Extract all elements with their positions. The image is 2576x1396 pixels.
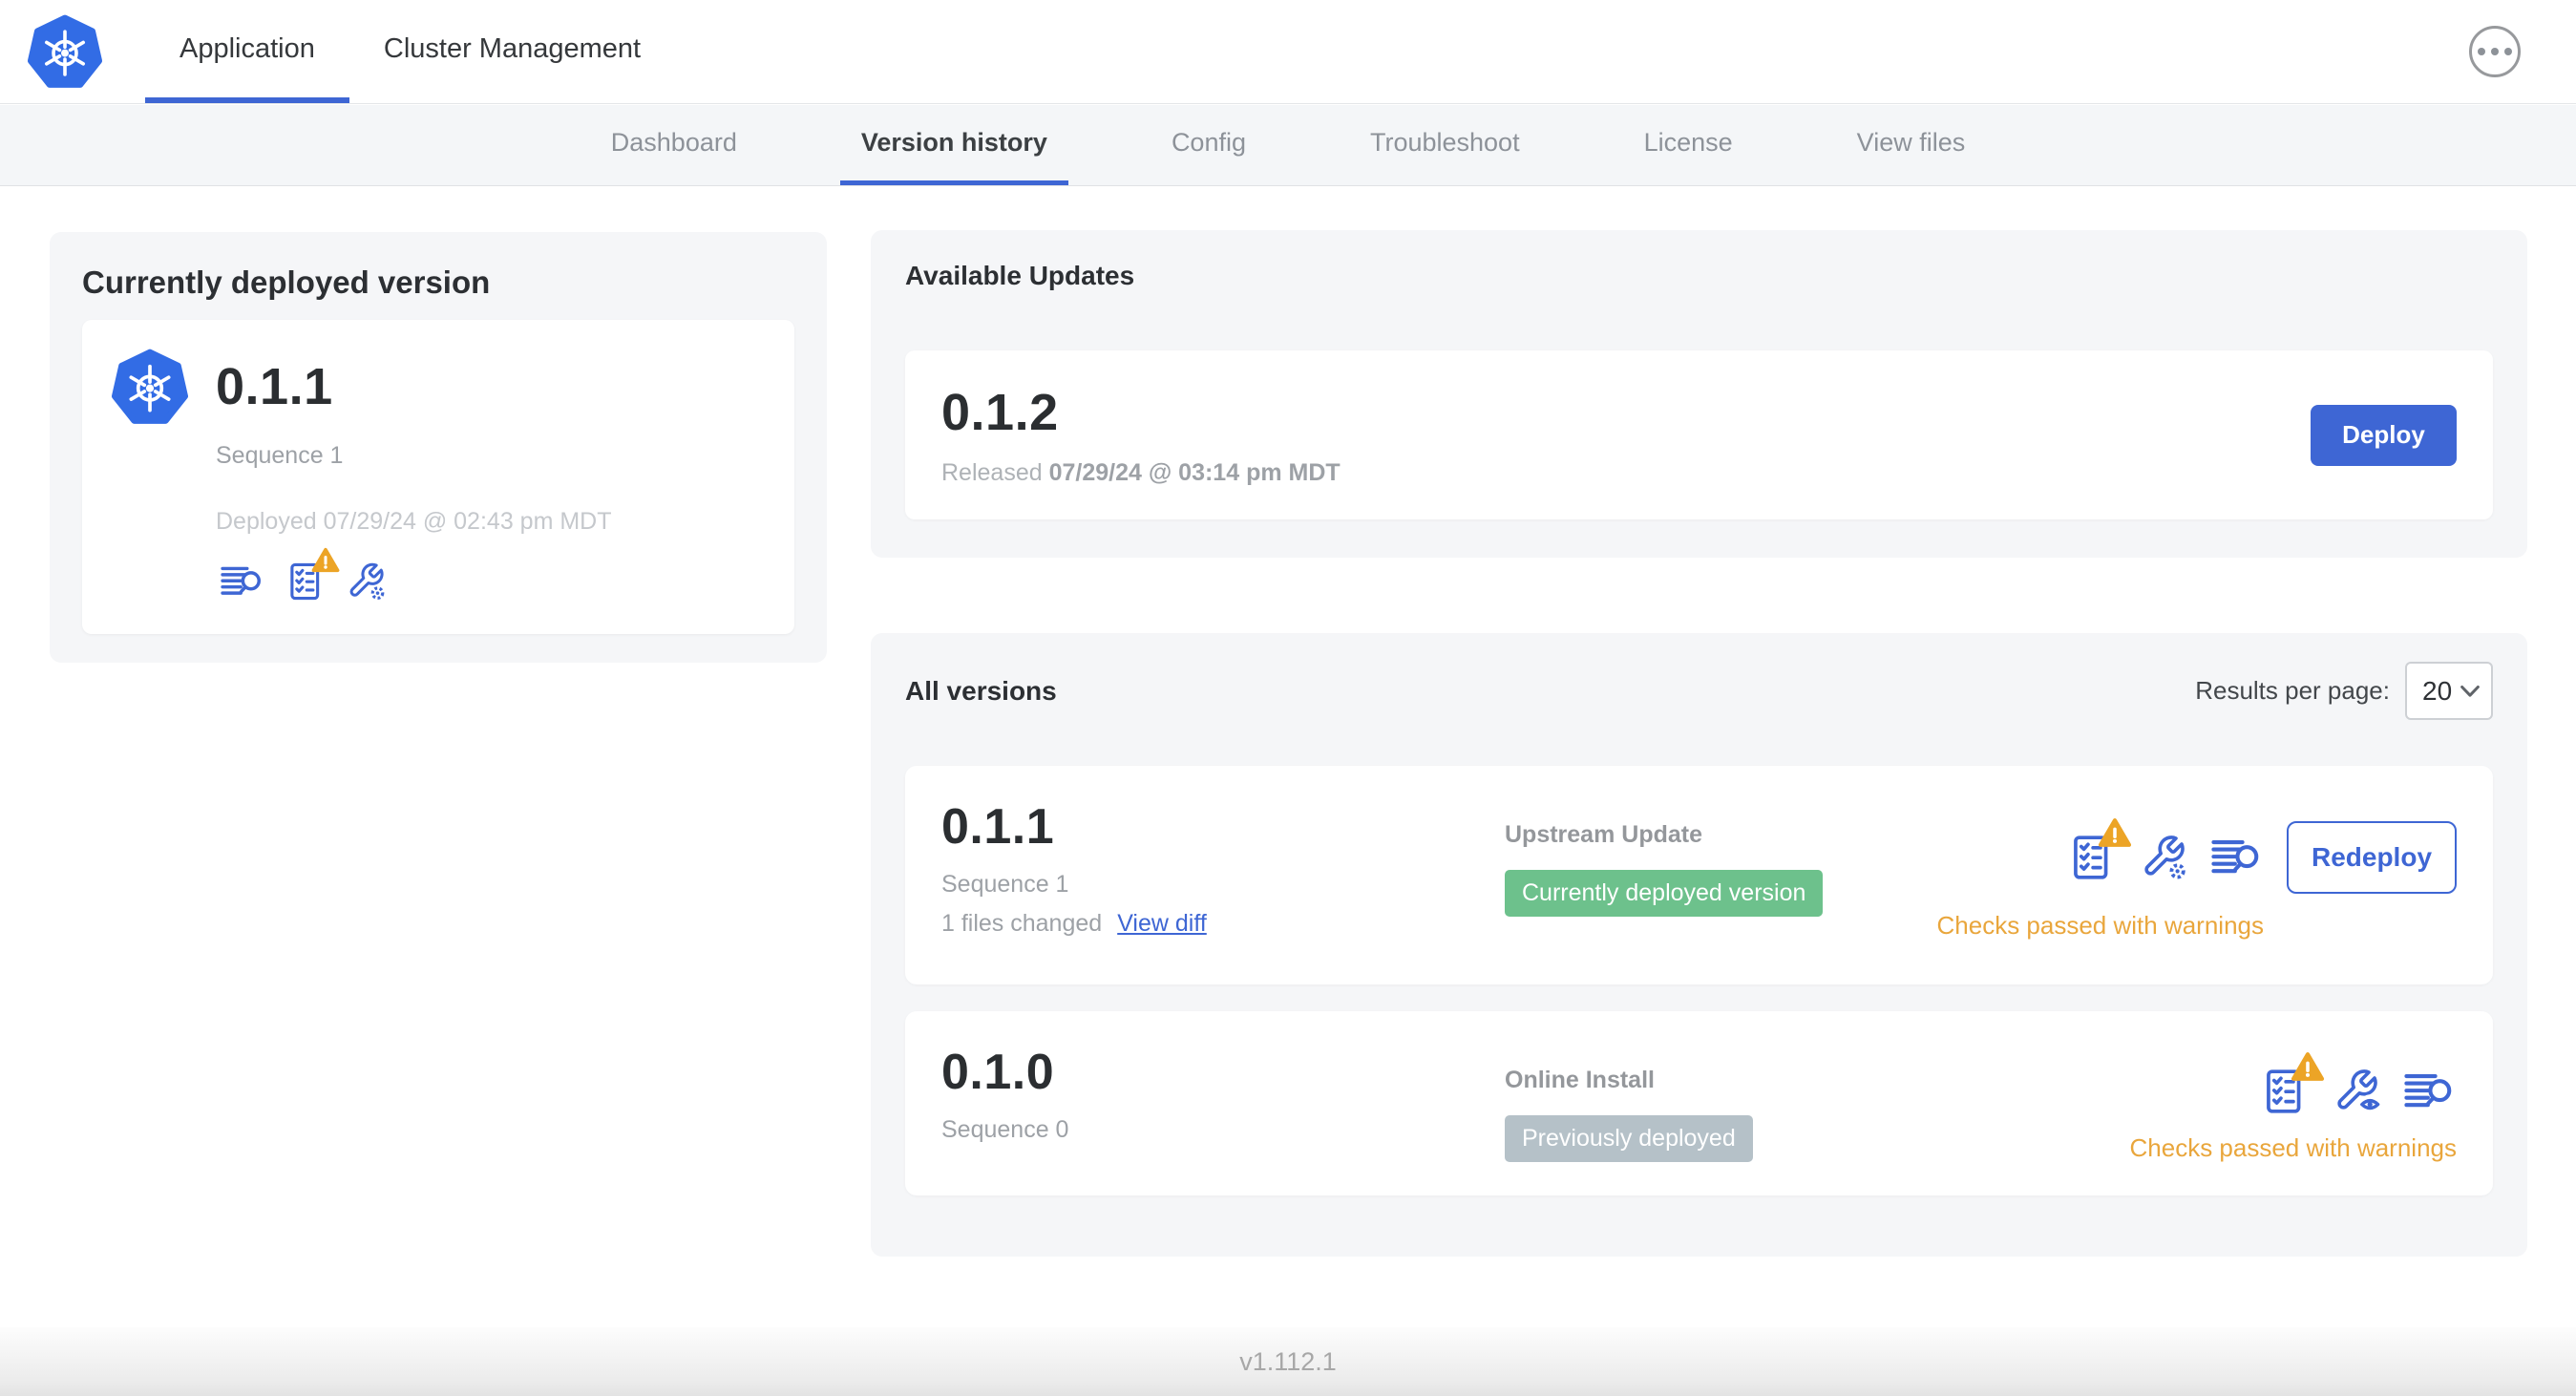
row-action-icons [2069,833,2264,882]
update-info: 0.1.2 Released 07/29/24 @ 03:14 pm MDT [941,383,1341,487]
version-row-left: 0.1.0 Sequence 0 [941,1044,1505,1163]
version-row-left: 0.1.1 Sequence 1 1 files changed View di… [941,798,1505,952]
released-date: 07/29/24 @ 03:14 pm MDT [1048,459,1341,486]
results-per-page-label: Results per page: [2195,676,2390,705]
subnav-tab-view-files-label: View files [1856,128,1966,157]
row-action-icons [2262,1067,2457,1116]
kubernetes-logo-icon [27,13,103,90]
app-subnav: Dashboard Version history Config Trouble… [0,105,2576,186]
preflight-status-text: Checks passed with warnings [2129,1133,2458,1162]
version-row-0-1-0: 0.1.0 Sequence 0 Online Install Previous… [905,1011,2493,1195]
deployed-version-header: 0.1.1 [111,347,766,427]
ellipsis-dot [2478,48,2485,55]
version-row-right: Redeploy Checks passed with warnings [1936,798,2457,952]
top-bar: Application Cluster Management [0,0,2576,104]
currently-deployed-badge: Currently deployed version [1505,870,1824,917]
right-column: Available Updates 0.1.2 Released 07/29/2… [871,230,2527,1257]
currently-deployed-card: 0.1.1 Sequence 1 Deployed 07/29/24 @ 02:… [82,320,794,634]
tab-cluster-management-label: Cluster Management [383,32,642,64]
version-row-middle: Online Install Previously deployed [1505,1044,2130,1163]
currently-deployed-panel: Currently deployed version 0.1.1 Sequenc… [50,232,827,663]
chevron-down-icon [2460,685,2480,698]
console-footer: v1.112.1 [0,1327,2576,1396]
tab-cluster-management[interactable]: Cluster Management [349,0,675,103]
warning-triangle-icon [311,547,340,573]
kubernetes-app-icon [111,347,189,427]
admin-console-page: Application Cluster Management Dashboard… [0,0,2576,1396]
deployed-sequence: Sequence 1 [216,442,344,469]
subnav-tab-config-label: Config [1171,128,1246,157]
row-sequence: Sequence 1 [941,871,1069,898]
subnav-tab-version-history-label: Version history [860,128,1047,157]
row-actions: Redeploy [2069,821,2457,894]
results-per-page-select[interactable]: 20 [2405,662,2493,720]
tab-application-label: Application [179,32,315,64]
previously-deployed-badge: Previously deployed [1505,1115,1753,1162]
ellipsis-dot [2504,48,2512,55]
row-source-label: Online Install [1505,1067,1655,1093]
row-source-label: Upstream Update [1505,821,1702,848]
subnav-tab-license-label: License [1643,128,1733,157]
row-files-line: 1 files changed View diff [941,910,1505,938]
warning-triangle-icon [2291,1051,2325,1082]
currently-deployed-title: Currently deployed version [82,264,491,300]
update-version-number: 0.1.2 [941,384,1059,441]
ellipsis-menu-button[interactable] [2469,26,2521,77]
available-updates-title: Available Updates [905,261,1135,290]
row-actions [2262,1067,2457,1116]
deploy-button[interactable]: Deploy [2311,404,2457,466]
warning-triangle-icon [2098,817,2132,848]
preflight-checks-icon[interactable] [2262,1067,2312,1116]
preflight-status-text: Checks passed with warnings [1936,911,2265,940]
version-row-0-1-1: 0.1.1 Sequence 1 1 files changed View di… [905,766,2493,984]
view-logs-icon[interactable] [2403,1067,2457,1116]
subnav-tab-troubleshoot-label: Troubleshoot [1369,128,1520,157]
deployed-action-icons [216,561,766,603]
results-per-page-value: 20 [2422,675,2453,706]
available-updates-panel: Available Updates 0.1.2 Released 07/29/2… [871,230,2527,558]
available-update-card: 0.1.2 Released 07/29/24 @ 03:14 pm MDT D… [905,350,2493,519]
subnav-tab-config[interactable]: Config [1151,105,1267,185]
preflight-checks-icon[interactable] [286,561,328,603]
results-per-page: Results per page: 20 [2195,662,2493,720]
preflight-checks-icon[interactable] [2069,833,2119,882]
deployed-version-meta: Sequence 1 Deployed 07/29/24 @ 02:43 pm … [216,442,766,603]
subnav-tab-dashboard[interactable]: Dashboard [590,105,758,185]
version-row-middle: Upstream Update Currently deployed versi… [1505,798,1937,952]
subnav-tab-view-files[interactable]: View files [1836,105,1987,185]
files-changed-label: 1 files changed [941,910,1103,937]
view-logs-icon[interactable] [2210,833,2264,882]
view-logs-icon[interactable] [216,561,269,603]
edit-config-icon[interactable] [346,561,388,603]
all-versions-header: All versions Results per page: 20 [905,662,2493,720]
version-row-right: Checks passed with warnings [2129,1044,2458,1163]
tab-application[interactable]: Application [145,0,349,103]
app-level-tabs: Application Cluster Management [145,0,675,103]
subnav-tab-dashboard-label: Dashboard [610,128,737,157]
row-sequence: Sequence 0 [941,1116,1069,1143]
row-version-number: 0.1.0 [941,1045,1055,1100]
deployed-version-number: 0.1.1 [216,358,333,415]
subnav-tab-version-history[interactable]: Version history [839,105,1068,185]
update-released-line: Released 07/29/24 @ 03:14 pm MDT [941,459,1341,487]
released-label: Released [941,459,1043,486]
subnav-tab-license[interactable]: License [1623,105,1754,185]
ellipsis-dot [2491,48,2499,55]
redeploy-button[interactable]: Redeploy [2287,821,2457,894]
view-diff-link[interactable]: View diff [1117,910,1207,938]
subnav-tab-troubleshoot[interactable]: Troubleshoot [1349,105,1541,185]
deployed-date: Deployed 07/29/24 @ 02:43 pm MDT [216,508,612,535]
all-versions-title: All versions [905,675,1057,706]
edit-config-icon[interactable] [2140,833,2189,882]
row-version-number: 0.1.1 [941,799,1055,855]
view-config-icon[interactable] [2333,1067,2382,1116]
console-version: v1.112.1 [1239,1346,1337,1376]
all-versions-panel: All versions Results per page: 20 0.1.1 … [871,633,2527,1257]
